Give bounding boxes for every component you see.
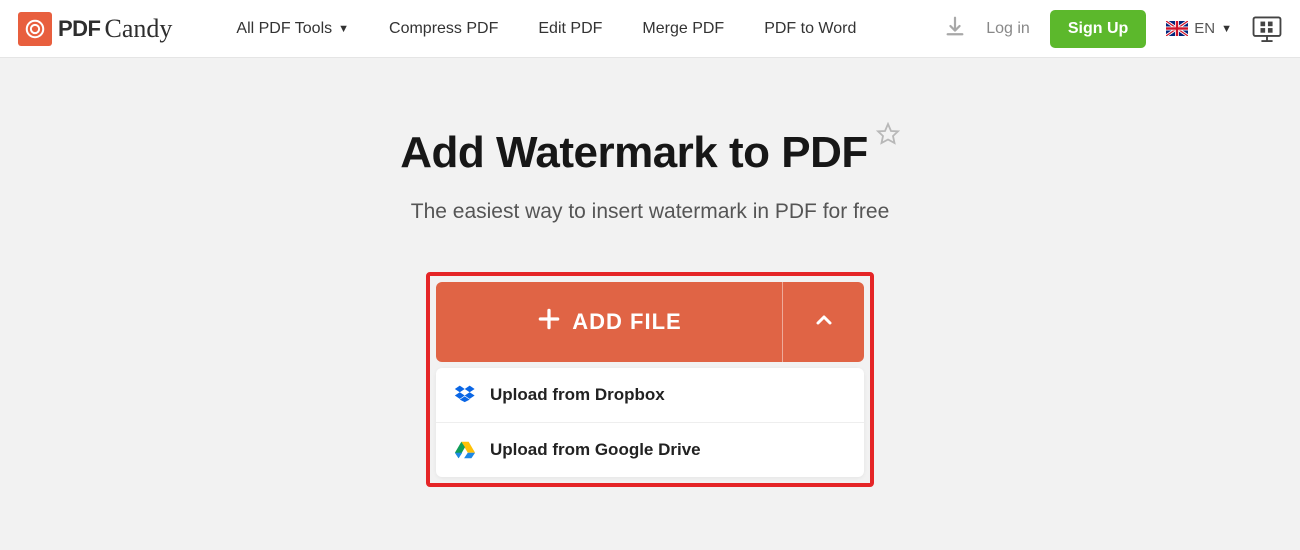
login-link[interactable]: Log in <box>986 20 1030 38</box>
language-label: EN <box>1194 20 1215 37</box>
caret-down-icon: ▼ <box>338 23 349 35</box>
add-file-button[interactable]: ADD FILE <box>436 282 782 362</box>
add-file-label: ADD FILE <box>572 309 681 335</box>
signup-button[interactable]: Sign Up <box>1050 10 1146 48</box>
nav-to-word[interactable]: PDF to Word <box>764 20 856 38</box>
download-icon[interactable] <box>944 15 966 42</box>
flag-uk-icon <box>1166 21 1188 36</box>
favorite-star-icon[interactable] <box>876 122 900 151</box>
logo[interactable]: PDF Candy <box>18 12 172 46</box>
upload-dropbox[interactable]: Upload from Dropbox <box>436 368 864 422</box>
main-content: Add Watermark to PDF The easiest way to … <box>0 58 1300 487</box>
nav-all-tools[interactable]: All PDF Tools ▼ <box>236 20 349 38</box>
add-file-toggle[interactable] <box>782 282 864 362</box>
logo-mark-icon <box>18 12 52 46</box>
upload-block: ADD FILE Upload from Dropbox Upload from… <box>426 272 874 487</box>
dropbox-icon <box>454 384 476 406</box>
upload-gdrive[interactable]: Upload from Google Drive <box>436 422 864 477</box>
main-nav: All PDF Tools ▼ Compress PDF Edit PDF Me… <box>236 20 856 38</box>
caret-down-icon: ▼ <box>1221 23 1232 35</box>
header-right: Log in Sign Up EN ▼ <box>944 10 1282 48</box>
upload-options: Upload from Dropbox Upload from Google D… <box>436 368 864 477</box>
upload-gdrive-label: Upload from Google Drive <box>490 440 701 460</box>
nav-merge[interactable]: Merge PDF <box>642 20 724 38</box>
nav-all-tools-label: All PDF Tools <box>236 20 332 38</box>
desktop-app-icon[interactable] <box>1252 16 1282 42</box>
top-header: PDF Candy All PDF Tools ▼ Compress PDF E… <box>0 0 1300 58</box>
page-subtitle: The easiest way to insert watermark in P… <box>0 200 1300 224</box>
logo-text-candy: Candy <box>105 14 173 44</box>
nav-edit[interactable]: Edit PDF <box>538 20 602 38</box>
page-title: Add Watermark to PDF <box>400 128 868 178</box>
language-selector[interactable]: EN ▼ <box>1166 20 1232 37</box>
nav-compress[interactable]: Compress PDF <box>389 20 498 38</box>
plus-icon <box>536 306 562 338</box>
chevron-up-icon <box>812 308 836 337</box>
logo-text-pdf: PDF <box>58 16 101 42</box>
google-drive-icon <box>454 439 476 461</box>
upload-dropbox-label: Upload from Dropbox <box>490 385 665 405</box>
